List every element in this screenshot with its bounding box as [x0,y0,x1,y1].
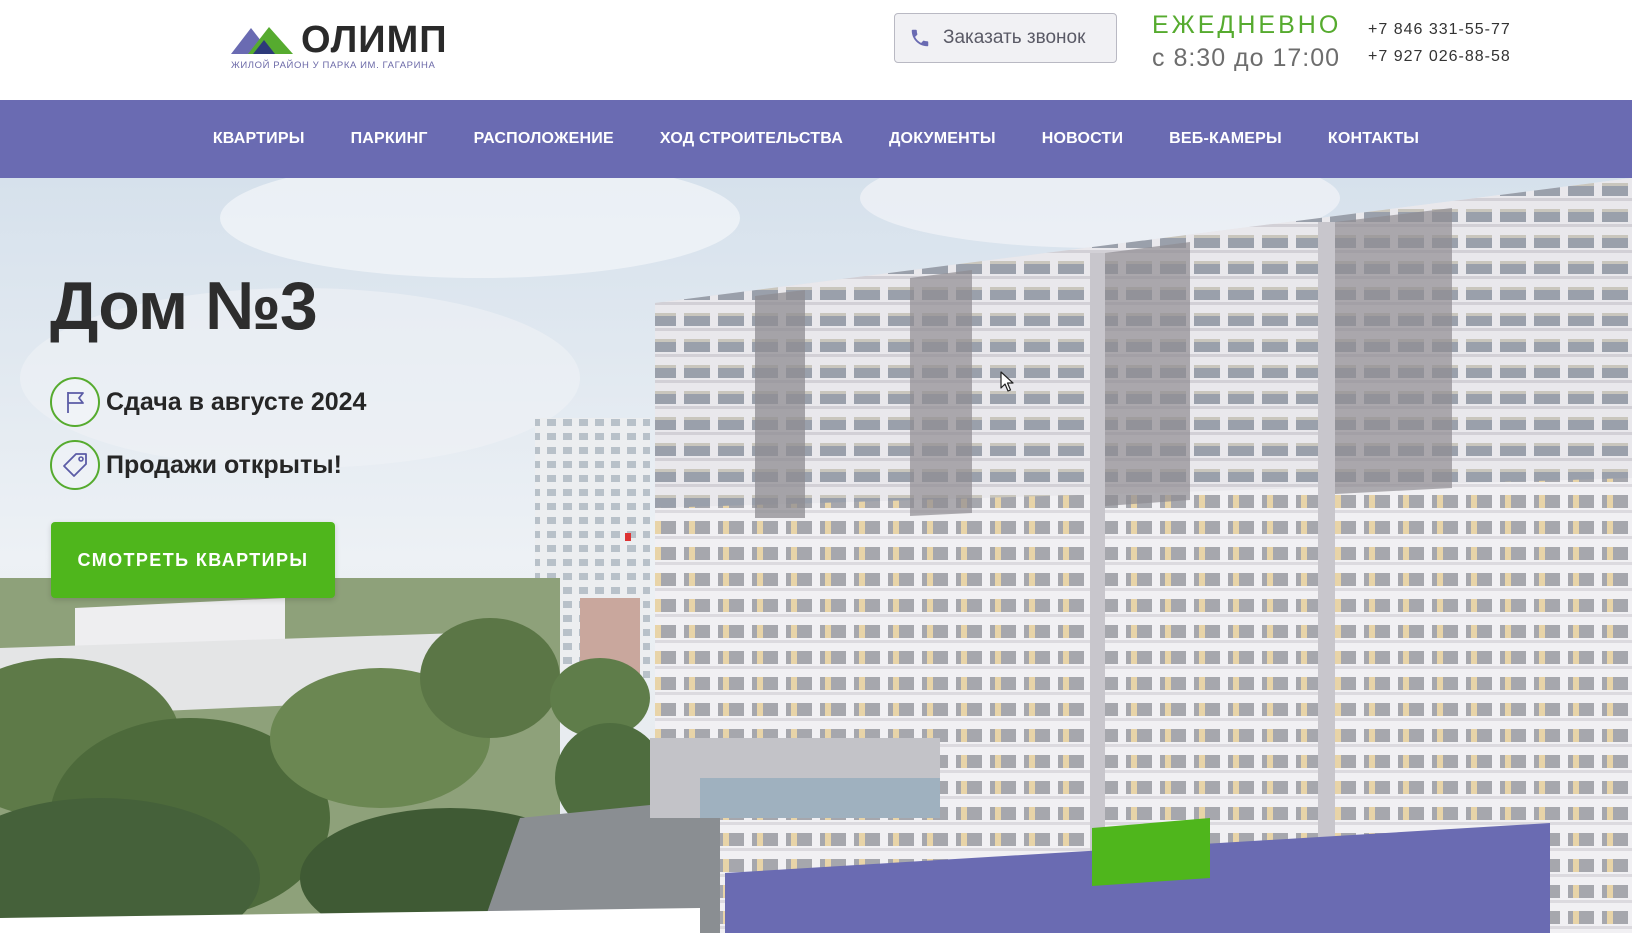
site-header: ОЛИМП ЖИЛОЙ РАЙОН У ПАРКА ИМ. ГАГАРИНА З… [0,0,1632,100]
working-days: ЕЖЕДНЕВНО [1152,11,1342,39]
nav-item-apartments[interactable]: КВАРТИРЫ [213,130,305,148]
view-apartments-button[interactable]: СМОТРЕТЬ КВАРТИРЫ [51,522,335,598]
mouse-cursor-icon [1000,371,1014,392]
feature-sales-open-text: Продажи открыты! [106,450,342,479]
nav-item-construction-progress[interactable]: ХОД СТРОИТЕЛЬСТВА [660,130,843,148]
hero-title: Дом №3 [50,268,318,344]
nav-item-location[interactable]: РАСПОЛОЖЕНИЕ [474,130,614,148]
nav-item-webcams[interactable]: ВЕБ-КАМЕРЫ [1169,130,1282,148]
phone-numbers: +7 846 331-55-77 +7 927 026-88-58 [1368,16,1511,70]
nav-item-documents[interactable]: ДОКУМЕНТЫ [889,130,996,148]
working-time: с 8:30 до 17:00 [1152,44,1341,72]
callback-button-label: Заказать звонок [943,27,1086,48]
hero-section: Дом №3 Сдача в августе 2024 Продажи откр… [0,178,1632,933]
tag-icon [50,440,100,490]
nav-item-contacts[interactable]: КОНТАКТЫ [1328,130,1419,148]
feature-delivery-date-text: Сдача в августе 2024 [106,387,367,416]
working-hours: ЕЖЕДНЕВНО с 8:30 до 17:00 [1152,10,1342,76]
nav-item-news[interactable]: НОВОСТИ [1042,130,1123,148]
feature-delivery-date: Сдача в августе 2024 [50,377,366,427]
flag-icon [50,377,100,427]
callback-button[interactable]: Заказать звонок [894,13,1117,63]
logo[interactable]: ОЛИМП ЖИЛОЙ РАЙОН У ПАРКА ИМ. ГАГАРИНА [231,19,448,74]
phone-icon [911,29,929,47]
phone-link-1[interactable]: +7 846 331-55-77 [1368,16,1511,43]
mountain-logo-icon [231,27,293,54]
feature-sales-open: Продажи открыты! [50,440,342,490]
nav-item-parking[interactable]: ПАРКИНГ [351,130,428,148]
logo-tagline: ЖИЛОЙ РАЙОН У ПАРКА ИМ. ГАГАРИНА [231,60,436,71]
logo-name: ОЛИМП [301,19,448,61]
main-nav: КВАРТИРЫ ПАРКИНГ РАСПОЛОЖЕНИЕ ХОД СТРОИТ… [0,100,1632,178]
phone-link-2[interactable]: +7 927 026-88-58 [1368,43,1511,70]
